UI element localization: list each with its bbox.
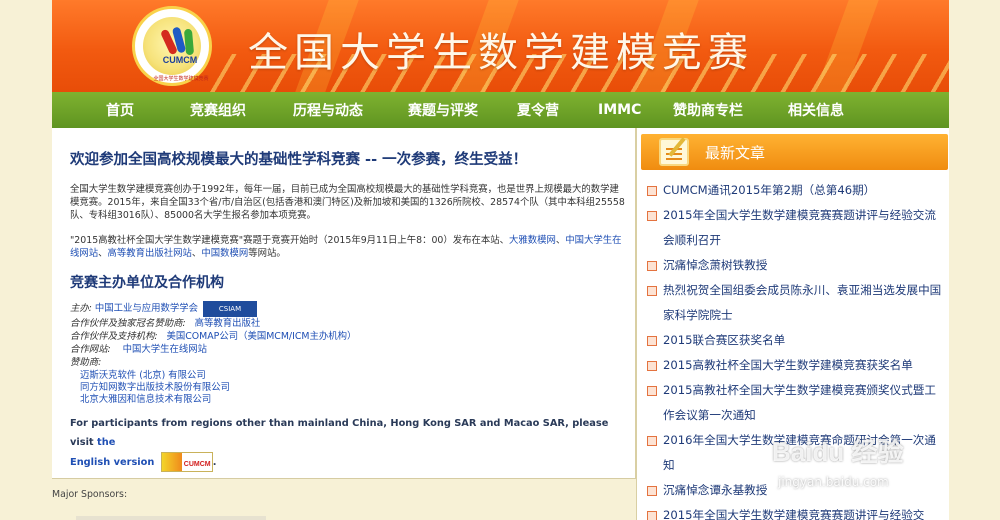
nav-item-problems-awards[interactable]: 赛题与评奖	[408, 100, 478, 120]
nav-item-related-info[interactable]: 相关信息	[788, 100, 844, 120]
host-link[interactable]: 中国工业与应用数学学会	[95, 303, 198, 314]
notice-separator: 、	[555, 235, 566, 246]
english-note-text: For participants from regions other than…	[70, 418, 609, 448]
news-item[interactable]: 2015联合赛区获奖名单	[645, 328, 945, 353]
english-version-link[interactable]: English version	[70, 457, 154, 468]
site-title: 全国大学生数学建模竞赛	[248, 30, 754, 76]
cumcm-logo[interactable]: CUMCM 全国大学生数学建模竞赛	[132, 6, 212, 86]
nav-item-organization[interactable]: 竞赛组织	[188, 100, 248, 120]
link-hep[interactable]: 高等教育出版社网站	[108, 248, 192, 259]
sponsors-line: 赞助商:	[70, 354, 101, 368]
major-sponsors-label: Major Sponsors:	[52, 489, 128, 500]
latest-articles-header: 最新文章	[641, 134, 948, 170]
news-item[interactable]: 2015高教社杯全国大学生数学建模竞赛获奖名单	[645, 353, 945, 378]
nav-item-sponsors[interactable]: 赞助商专栏	[628, 100, 788, 120]
sponsor-link[interactable]: 北京大雅因和信息技术有限公司	[80, 391, 211, 405]
host-label: 主办:	[70, 303, 92, 314]
news-item[interactable]: 热烈祝贺全国组委会成员陈永川、袁亚湘当选发展中国家科学院院士	[645, 278, 945, 328]
notice-text: "2015高教社杯全国大学生数学建模竞赛"赛题于竞赛开始时（2015年9月11日…	[70, 235, 510, 246]
nav-item-home[interactable]: 首页	[52, 100, 188, 120]
notice-paragraph: "2015高教社杯全国大学生数学建模竞赛"赛题于竞赛开始时（2015年9月11日…	[70, 234, 625, 260]
baidu-watermark: Baidu 经验	[772, 437, 904, 467]
header-banner: CUMCM 全国大学生数学建模竞赛 全国大学生数学建模竞赛	[52, 0, 949, 92]
news-item[interactable]: 2015年全国大学生数学建模竞赛赛题讲评与经验交流会顺利召开	[645, 203, 945, 253]
major-sponsors-bar: Major Sponsors:	[52, 478, 636, 520]
nav-item-history[interactable]: 历程与动态	[248, 100, 408, 120]
sponsor-logo-strip[interactable]	[76, 516, 266, 520]
organizers-heading: 竞赛主办单位及合作机构	[70, 275, 224, 291]
link-daya[interactable]: 大雅数模网	[509, 235, 556, 246]
english-badge-text: CUMCM	[183, 461, 211, 468]
partner2-line: 合作伙伴及支持机构: 美国COMAP公司（美国MCM/ICM主办机构）	[70, 328, 356, 342]
partner3-link[interactable]: 中国大学生在线网站	[123, 344, 207, 355]
notice-text: 等网站。	[248, 248, 286, 259]
main-content: 欢迎参加全国高校规模最大的基础性学科竞赛 -- 一次参赛，终生受益！ 全国大学生…	[52, 128, 636, 478]
english-link-the[interactable]: the	[97, 437, 115, 448]
notepad-icon	[659, 138, 689, 166]
intro-paragraph: 全国大学生数学建模竞赛创办于1992年，每年一届，目前已成为全国高校规模最大的基…	[70, 184, 625, 221]
news-item[interactable]: 2015年全国大学生数学建模竞赛赛题讲评与经验交	[645, 503, 945, 520]
english-note-end: .	[212, 457, 217, 468]
partner3-line: 合作网站: 中国大学生在线网站	[70, 341, 207, 355]
logo-flame-green	[183, 28, 195, 56]
english-note: For participants from regions other than…	[70, 414, 630, 472]
news-item[interactable]: CUMCM通讯2015年第2期（总第46期）	[645, 178, 945, 203]
news-item[interactable]: 2015高教社杯全国大学生数学建模竞赛颁奖仪式暨工作会议第一次通知	[645, 378, 945, 428]
logo-text: CUMCM	[162, 55, 198, 65]
main-nav: 首页 竞赛组织 历程与动态 赛题与评奖 夏令营 IMMC 赞助商专栏 相关信息	[52, 92, 949, 128]
partner1-line: 合作伙伴及独家冠名赞助商: 高等教育出版社	[70, 315, 260, 329]
logo-emblem: CUMCM 全国大学生数学建模竞赛	[143, 17, 209, 82]
english-version-badge[interactable]: CUMCM	[160, 452, 213, 472]
latest-articles-title: 最新文章	[705, 144, 766, 162]
nav-item-immc[interactable]: IMMC	[598, 102, 641, 118]
logo-ring-text: 全国大学生数学建模竞赛	[153, 76, 209, 82]
notice-separator: 、	[98, 248, 108, 259]
link-shumo[interactable]: 中国数模网	[201, 248, 248, 259]
welcome-heading: 欢迎参加全国高校规模最大的基础性学科竞赛 -- 一次参赛，终生受益！	[70, 152, 528, 168]
news-item[interactable]: 沉痛悼念萧树铁教授	[645, 253, 945, 278]
baidu-watermark-url: jingyan.baidu.com	[778, 475, 889, 489]
notice-separator: 、	[191, 248, 202, 259]
nav-item-summer-camp[interactable]: 夏令营	[478, 100, 598, 120]
